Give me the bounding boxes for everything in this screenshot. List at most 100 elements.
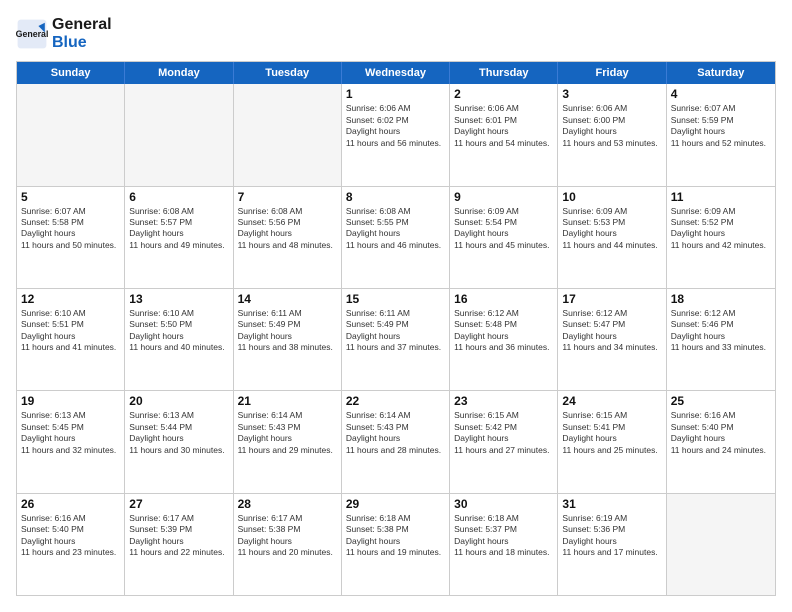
calendar-cell: 5 Sunrise: 6:07 AMSunset: 5:58 PMDaylight…	[17, 187, 125, 288]
header: General General Blue	[16, 16, 776, 51]
weekday-header: Monday	[125, 62, 233, 84]
calendar-cell: 3 Sunrise: 6:06 AMSunset: 6:00 PMDaylight…	[558, 84, 666, 185]
calendar-cell: 28Sunrise: 6:17 AMSunset: 5:38 PMDayligh…	[234, 494, 342, 595]
calendar-cell: 10Sunrise: 6:09 AMSunset: 5:53 PMDayligh…	[558, 187, 666, 288]
calendar-cell: 12 Sunrise: 6:10 AMSunset: 5:51 PMDayligh…	[17, 289, 125, 390]
day-number: 11	[671, 190, 771, 204]
calendar-cell: 31 Sunrise: 6:19 AMSunset: 5:36 PMDayligh…	[558, 494, 666, 595]
calendar-cell: 26Sunrise: 6:16 AMSunset: 5:40 PMDayligh…	[17, 494, 125, 595]
cell-info: Sunrise: 6:13 AMSunset: 5:45 PMDaylight …	[21, 410, 120, 456]
cell-info: Sunrise: 6:12 AMSunset: 5:46 PMDaylight …	[671, 308, 771, 354]
day-number: 7	[238, 190, 337, 204]
calendar-cell	[125, 84, 233, 185]
cell-info: Sunrise: 6:06 AMSunset: 6:00 PMDaylight …	[562, 103, 661, 149]
day-number: 17	[562, 292, 661, 306]
day-number: 27	[129, 497, 228, 511]
day-number: 3	[562, 87, 661, 101]
cell-info: Sunrise: 6:12 AMSunset: 5:47 PMDaylight …	[562, 308, 661, 354]
day-number: 5	[21, 190, 120, 204]
day-number: 29	[346, 497, 445, 511]
calendar-cell: 30Sunrise: 6:18 AMSunset: 5:37 PMDayligh…	[450, 494, 558, 595]
cell-info: Sunrise: 6:18 AMSunset: 5:37 PMDaylight …	[454, 513, 553, 559]
cell-info: Sunrise: 6:17 AMSunset: 5:39 PMDaylight …	[129, 513, 228, 559]
day-number: 18	[671, 292, 771, 306]
cell-info: Sunrise: 6:15 AMSunset: 5:42 PMDaylight …	[454, 410, 553, 456]
calendar-cell: 6 Sunrise: 6:08 AMSunset: 5:57 PMDaylight…	[125, 187, 233, 288]
cell-info: Sunrise: 6:13 AMSunset: 5:44 PMDaylight …	[129, 410, 228, 456]
cell-info: Sunrise: 6:12 AMSunset: 5:48 PMDaylight …	[454, 308, 553, 354]
cell-info: Sunrise: 6:10 AMSunset: 5:51 PMDaylight …	[21, 308, 120, 354]
calendar-cell: 27 Sunrise: 6:17 AMSunset: 5:39 PMDayligh…	[125, 494, 233, 595]
day-number: 20	[129, 394, 228, 408]
calendar-row: 12 Sunrise: 6:10 AMSunset: 5:51 PMDayligh…	[17, 289, 775, 391]
calendar-row: 1 Sunrise: 6:06 AMSunset: 6:02 PMDaylight…	[17, 84, 775, 186]
day-number: 13	[129, 292, 228, 306]
cell-info: Sunrise: 6:16 AMSunset: 5:40 PMDaylight …	[21, 513, 120, 559]
weekday-header: Saturday	[667, 62, 775, 84]
cell-info: Sunrise: 6:08 AMSunset: 5:55 PMDaylight …	[346, 206, 445, 252]
calendar-cell: 17 Sunrise: 6:12 AMSunset: 5:47 PMDayligh…	[558, 289, 666, 390]
day-number: 1	[346, 87, 445, 101]
cell-info: Sunrise: 6:09 AMSunset: 5:54 PMDaylight …	[454, 206, 553, 252]
day-number: 31	[562, 497, 661, 511]
day-number: 22	[346, 394, 445, 408]
calendar-body: 1 Sunrise: 6:06 AMSunset: 6:02 PMDaylight…	[17, 84, 775, 595]
calendar-row: 26Sunrise: 6:16 AMSunset: 5:40 PMDayligh…	[17, 494, 775, 595]
cell-info: Sunrise: 6:16 AMSunset: 5:40 PMDaylight …	[671, 410, 771, 456]
calendar-cell: 25 Sunrise: 6:16 AMSunset: 5:40 PMDayligh…	[667, 391, 775, 492]
calendar-cell: 7 Sunrise: 6:08 AMSunset: 5:56 PMDaylight…	[234, 187, 342, 288]
day-number: 6	[129, 190, 228, 204]
calendar-cell: 15Sunrise: 6:11 AMSunset: 5:49 PMDayligh…	[342, 289, 450, 390]
cell-info: Sunrise: 6:19 AMSunset: 5:36 PMDaylight …	[562, 513, 661, 559]
cell-info: Sunrise: 6:14 AMSunset: 5:43 PMDaylight …	[346, 410, 445, 456]
calendar: SundayMondayTuesdayWednesdayThursdayFrid…	[16, 61, 776, 596]
cell-info: Sunrise: 6:06 AMSunset: 6:02 PMDaylight …	[346, 103, 445, 149]
calendar-cell: 19 Sunrise: 6:13 AMSunset: 5:45 PMDayligh…	[17, 391, 125, 492]
cell-info: Sunrise: 6:07 AMSunset: 5:58 PMDaylight …	[21, 206, 120, 252]
day-number: 14	[238, 292, 337, 306]
weekday-header: Sunday	[17, 62, 125, 84]
calendar-cell: 22 Sunrise: 6:14 AMSunset: 5:43 PMDayligh…	[342, 391, 450, 492]
cell-info: Sunrise: 6:07 AMSunset: 5:59 PMDaylight …	[671, 103, 771, 149]
calendar-cell: 21 Sunrise: 6:14 AMSunset: 5:43 PMDayligh…	[234, 391, 342, 492]
calendar-cell	[667, 494, 775, 595]
cell-info: Sunrise: 6:08 AMSunset: 5:56 PMDaylight …	[238, 206, 337, 252]
logo-icon: General	[16, 18, 48, 50]
calendar-row: 19 Sunrise: 6:13 AMSunset: 5:45 PMDayligh…	[17, 391, 775, 493]
day-number: 12	[21, 292, 120, 306]
calendar-cell: 14 Sunrise: 6:11 AMSunset: 5:49 PMDayligh…	[234, 289, 342, 390]
cell-info: Sunrise: 6:06 AMSunset: 6:01 PMDaylight …	[454, 103, 553, 149]
calendar-cell: 2 Sunrise: 6:06 AMSunset: 6:01 PMDaylight…	[450, 84, 558, 185]
calendar-cell: 4 Sunrise: 6:07 AMSunset: 5:59 PMDaylight…	[667, 84, 775, 185]
cell-info: Sunrise: 6:10 AMSunset: 5:50 PMDaylight …	[129, 308, 228, 354]
cell-info: Sunrise: 6:17 AMSunset: 5:38 PMDaylight …	[238, 513, 337, 559]
day-number: 9	[454, 190, 553, 204]
cell-info: Sunrise: 6:08 AMSunset: 5:57 PMDaylight …	[129, 206, 228, 252]
calendar-cell: 23 Sunrise: 6:15 AMSunset: 5:42 PMDayligh…	[450, 391, 558, 492]
calendar-cell: 9 Sunrise: 6:09 AMSunset: 5:54 PMDaylight…	[450, 187, 558, 288]
day-number: 19	[21, 394, 120, 408]
page: General General Blue SundayMondayTuesday…	[0, 0, 792, 612]
logo: General General Blue	[16, 16, 112, 51]
calendar-cell	[234, 84, 342, 185]
day-number: 24	[562, 394, 661, 408]
day-number: 15	[346, 292, 445, 306]
day-number: 25	[671, 394, 771, 408]
weekday-header: Friday	[558, 62, 666, 84]
calendar-cell: 29 Sunrise: 6:18 AMSunset: 5:38 PMDayligh…	[342, 494, 450, 595]
calendar-cell: 24 Sunrise: 6:15 AMSunset: 5:41 PMDayligh…	[558, 391, 666, 492]
day-number: 4	[671, 87, 771, 101]
cell-info: Sunrise: 6:11 AMSunset: 5:49 PMDaylight …	[238, 308, 337, 354]
cell-info: Sunrise: 6:14 AMSunset: 5:43 PMDaylight …	[238, 410, 337, 456]
calendar-row: 5 Sunrise: 6:07 AMSunset: 5:58 PMDaylight…	[17, 187, 775, 289]
calendar-cell: 20 Sunrise: 6:13 AMSunset: 5:44 PMDayligh…	[125, 391, 233, 492]
day-number: 21	[238, 394, 337, 408]
cell-info: Sunrise: 6:18 AMSunset: 5:38 PMDaylight …	[346, 513, 445, 559]
calendar-cell: 8Sunrise: 6:08 AMSunset: 5:55 PMDaylight…	[342, 187, 450, 288]
cell-info: Sunrise: 6:15 AMSunset: 5:41 PMDaylight …	[562, 410, 661, 456]
logo-text: General Blue	[52, 16, 112, 51]
calendar-cell: 11Sunrise: 6:09 AMSunset: 5:52 PMDayligh…	[667, 187, 775, 288]
day-number: 23	[454, 394, 553, 408]
weekday-header: Wednesday	[342, 62, 450, 84]
day-number: 2	[454, 87, 553, 101]
